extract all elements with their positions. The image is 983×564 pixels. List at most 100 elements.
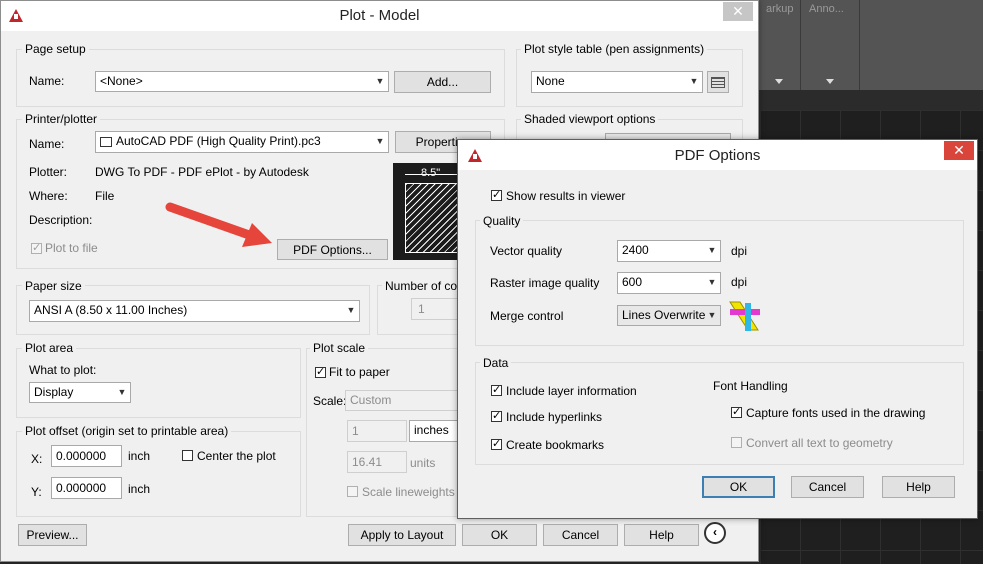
scale-lineweights-checkbox[interactable] [347,486,358,497]
cancel-button[interactable]: Cancel [543,524,618,546]
chevron-down-icon[interactable] [775,79,783,84]
chevron-down-icon: ▼ [346,305,356,315]
center-plot-label: Center the plot [197,449,276,463]
ribbon-panel-markup: arkup [758,0,801,90]
layer-info-checkbox[interactable]: ✓ [491,385,502,396]
group-label: Plot scale [310,341,369,355]
y-label: Y: [31,485,42,499]
what-to-plot-select[interactable]: Display ▼ [29,382,131,403]
printer-name-label: Name: [29,137,65,151]
what-to-plot-label: What to plot: [29,363,97,377]
plot-to-file-checkbox[interactable]: ✓ [31,243,42,254]
group-label: Printer/plotter [22,112,101,126]
pdf-options-dialog: PDF Options ✕ ✓ Show results in viewer Q… [457,139,978,519]
edit-plot-style-button[interactable] [707,71,729,93]
where-label: Where: [29,189,68,203]
add-button[interactable]: Add... [394,71,491,93]
y-unit-label: inch [128,482,151,496]
x-unit-label: inch [128,449,151,463]
vector-quality-label: Vector quality [490,244,563,258]
copies-input[interactable]: 1 [411,298,461,320]
help-button[interactable]: Help [624,524,699,546]
apply-to-layout-button[interactable]: Apply to Layout [348,524,456,546]
group-label: Paper size [22,279,85,293]
group-label: Quality [480,214,524,228]
scale-denominator-input[interactable]: 16.41 [347,451,407,473]
plot-offset-group [16,431,301,517]
dialog-title: Plot - Model [339,7,420,24]
ribbon-tab-label: Anno... [809,3,844,15]
scale-units-label: units [410,456,436,470]
annotation-arrow [165,202,272,247]
vector-unit-label: dpi [731,244,748,258]
hyperlinks-checkbox[interactable]: ✓ [491,411,502,422]
raster-quality-select[interactable]: 600 ▼ [617,272,721,294]
plotter-value: DWG To PDF - PDF ePlot - by Autodesk [95,165,309,179]
scale-lineweights-label: Scale lineweights [362,485,455,499]
raster-unit-label: dpi [731,275,748,289]
ribbon-panel-annotation: Anno... [801,0,860,90]
convert-text-label: Convert all text to geometry [746,436,893,450]
fit-to-paper-label: Fit to paper [329,365,390,379]
fit-to-paper-checkbox[interactable]: ✓ [315,367,326,378]
chevron-down-icon: ▼ [707,310,717,320]
paper-size-select[interactable]: ANSI A (8.50 x 11.00 Inches) ▼ [29,300,360,322]
plot-to-file-label: Plot to file [45,241,98,255]
expand-options-icon[interactable]: ‹ [704,522,726,544]
ribbon-panel-empty [860,0,983,90]
y-offset-input[interactable]: 0.000000 [51,477,122,499]
group-label: Plot style table (pen assignments) [521,42,708,56]
preview-dimension-label: 8.5" [421,167,441,179]
close-button[interactable]: ✕ [944,141,974,160]
plot-titlebar: Plot - Model ✕ [1,1,758,31]
font-handling-label: Font Handling [713,379,788,393]
ribbon-tab-label: arkup [766,3,794,15]
pdf-titlebar: PDF Options ✕ [458,140,977,170]
hyperlinks-label: Include hyperlinks [506,410,603,424]
printer-icon [100,136,112,147]
merge-lines-icon [729,301,760,331]
ok-button[interactable]: OK [702,476,775,498]
chevron-down-icon: ▼ [117,387,127,397]
chevron-down-icon: ▼ [375,136,385,146]
paper-hatch [405,183,463,253]
merge-control-label: Merge control [490,309,564,323]
vector-quality-select[interactable]: 2400 ▼ [617,240,721,262]
page-setup-name-label: Name: [29,74,65,88]
chevron-down-icon: ▼ [689,76,699,86]
chevron-down-icon[interactable] [826,79,834,84]
help-button[interactable]: Help [882,476,955,498]
chevron-down-icon: ▼ [375,76,385,86]
group-label: Data [480,356,512,370]
merge-control-select[interactable]: Lines Overwrite ▼ [617,305,721,326]
ok-button[interactable]: OK [462,524,537,546]
center-plot-checkbox[interactable] [182,450,193,461]
description-label: Description: [29,213,93,227]
x-label: X: [31,452,43,466]
layer-info-label: Include layer information [506,384,637,398]
group-label: Shaded viewport options [521,112,659,126]
group-label: Plot offset (origin set to printable are… [22,424,232,438]
group-label: Page setup [22,42,89,56]
capture-fonts-checkbox[interactable]: ✓ [731,407,742,418]
where-value: File [95,189,115,203]
preview-button[interactable]: Preview... [18,524,87,546]
plot-style-select[interactable]: None ▼ [531,71,703,93]
bookmarks-label: Create bookmarks [506,438,605,452]
cancel-button[interactable]: Cancel [791,476,864,498]
printer-name-select[interactable]: AutoCAD PDF (High Quality Print).pc3 ▼ [95,131,389,153]
scale-select[interactable]: Custom [345,390,466,411]
x-offset-input[interactable]: 0.000000 [51,445,122,467]
chevron-down-icon: ▼ [707,277,717,287]
convert-text-checkbox[interactable] [731,437,742,448]
chevron-down-icon: ▼ [707,245,717,255]
scale-numerator-input[interactable]: 1 [347,420,407,442]
scale-label: Scale: [313,394,347,408]
close-button[interactable]: ✕ [723,2,753,21]
page-setup-name-select[interactable]: <None> ▼ [95,71,389,92]
show-results-checkbox[interactable]: ✓ [491,190,502,201]
group-label: Plot area [22,341,77,355]
bookmarks-checkbox[interactable]: ✓ [491,439,502,450]
raster-quality-label: Raster image quality [490,276,600,290]
pdf-options-button[interactable]: PDF Options... [277,239,388,260]
